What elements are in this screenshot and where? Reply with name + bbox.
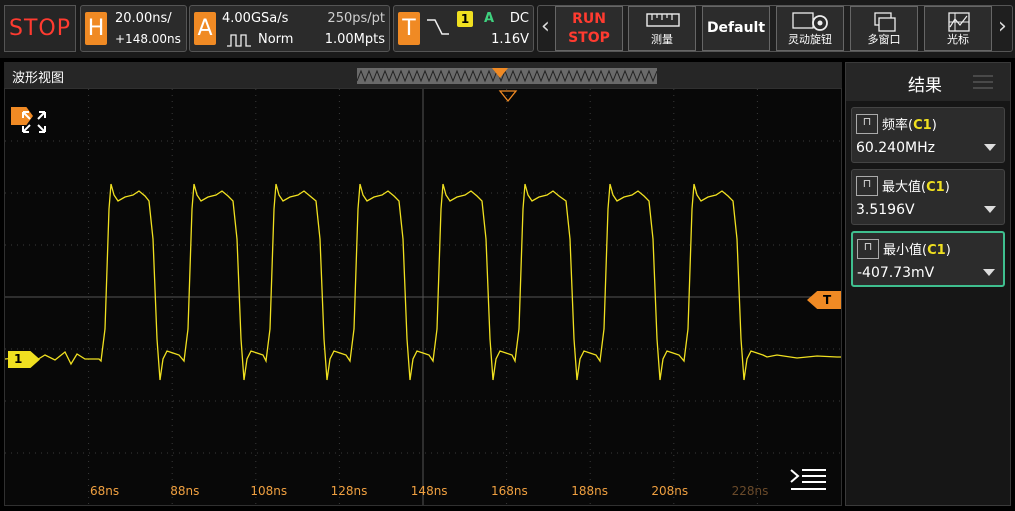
sample-rate: 4.00GSa/s: [222, 11, 289, 26]
multi-window-button[interactable]: 多窗口: [850, 6, 918, 51]
measurement-channel: C1: [913, 118, 932, 133]
channel-1-marker-label: 1: [14, 352, 23, 366]
memory-depth: 1.00Mpts: [324, 32, 385, 47]
trigger-source-badge: 1: [457, 11, 473, 27]
chevron-left-icon[interactable]: ‹: [541, 14, 550, 39]
chevron-down-icon[interactable]: [983, 269, 995, 276]
menu-list-icon[interactable]: [789, 467, 827, 493]
knob-label: 灵动旋钮: [788, 33, 832, 46]
waveform-view-title: 波形视图: [12, 71, 65, 86]
trigger-settings[interactable]: T 1 A DC 1.16V: [393, 5, 534, 52]
time-tick-label: 188ns: [571, 484, 608, 498]
measurement-name: 最大值: [882, 180, 922, 195]
results-title: 结果: [908, 76, 942, 96]
measurement-value: 3.5196V: [856, 202, 915, 218]
measurement-channel: C1: [927, 243, 946, 258]
measurement-name: 最小值: [883, 243, 923, 258]
measurement-name: 频率: [882, 118, 909, 133]
cursor-icon: [948, 12, 970, 32]
trigger-letter: T: [398, 12, 420, 45]
run-label: RUN: [572, 11, 606, 27]
measurement-value: 60.240MHz: [856, 140, 935, 156]
acquire-letter: A: [194, 12, 216, 45]
cursor-button[interactable]: 光标: [924, 6, 992, 51]
trigger-coupling: DC: [509, 11, 529, 26]
time-tick-label: 228ns: [731, 484, 769, 498]
frequency-icon: ⊓: [856, 114, 878, 134]
time-tick-label: 108ns: [250, 484, 288, 498]
waveform-grid: [5, 89, 841, 505]
time-tick-label: 68ns: [90, 484, 120, 498]
falling-edge-icon: [427, 19, 449, 35]
measurement-maximum[interactable]: ⊓ 最大值(C1) 3.5196V: [851, 169, 1005, 225]
acquire-settings[interactable]: A 4.00GSa/s 250ps/pt Norm 1.00Mpts: [189, 5, 390, 52]
trigger-level: 1.16V: [491, 32, 529, 47]
minimum-icon: ⊓: [857, 239, 879, 259]
measure-button[interactable]: 测量: [628, 6, 696, 51]
time-scale: 20.00ns/: [115, 11, 172, 26]
trigger-time-marker: [498, 90, 518, 103]
expand-icon[interactable]: [21, 110, 47, 134]
measurement-value: -407.73mV: [857, 265, 935, 281]
chevron-down-icon[interactable]: [984, 206, 996, 213]
memory-position-bar[interactable]: [357, 68, 657, 84]
time-tick-label: 148ns: [410, 484, 448, 498]
run-stop-button[interactable]: RUN STOP: [555, 6, 623, 51]
horizontal-settings[interactable]: H 20.00ns/ +148.00ns: [80, 5, 187, 52]
chevron-right-icon[interactable]: ›: [998, 14, 1007, 39]
time-tick-label: 88ns: [170, 484, 200, 498]
measurement-minimum[interactable]: ⊓ 最小值(C1) -407.73mV: [851, 231, 1005, 287]
measurement-channel: C1: [926, 180, 945, 195]
measurement-frequency[interactable]: ⊓ 频率(C1) 60.240MHz: [851, 107, 1005, 163]
windows-icon: [874, 12, 896, 32]
acquire-mode: Norm: [258, 32, 294, 47]
trigger-sweep: A: [484, 11, 495, 26]
results-header: 结果: [846, 63, 1010, 101]
default-button[interactable]: Default: [702, 6, 770, 51]
acquire-mode-icon: [227, 34, 251, 47]
trigger-position-marker[interactable]: [492, 68, 508, 78]
hamburger-icon[interactable]: [972, 75, 994, 89]
time-tick-label: 128ns: [330, 484, 368, 498]
waveform-display[interactable]: [4, 88, 842, 506]
measure-label: 测量: [651, 33, 673, 46]
top-toolbar: STOP H 20.00ns/ +148.00ns A 4.00GSa/s 25…: [0, 0, 1015, 58]
trigger-level-marker-label: T: [823, 293, 832, 307]
horizontal-letter: H: [85, 12, 107, 45]
run-status-indicator[interactable]: STOP: [4, 5, 76, 52]
cursor-label: 光标: [947, 33, 969, 46]
results-panel: 结果 ⊓ 频率(C1) 60.240MHz ⊓ 最大值(C1) 3.5196V …: [845, 62, 1011, 506]
multipurpose-knob-button[interactable]: 灵动旋钮: [776, 6, 844, 51]
time-tick-label: 168ns: [491, 484, 528, 498]
time-per-point: 250ps/pt: [327, 11, 385, 26]
ruler-icon: [646, 13, 680, 27]
stop-label: STOP: [568, 30, 610, 46]
time-offset: +148.00ns: [115, 32, 181, 46]
multi-window-label: 多窗口: [867, 33, 901, 46]
chevron-down-icon[interactable]: [984, 144, 996, 151]
default-label: Default: [706, 20, 766, 36]
time-tick-label: 208ns: [651, 484, 689, 498]
maximum-icon: ⊓: [856, 176, 878, 196]
